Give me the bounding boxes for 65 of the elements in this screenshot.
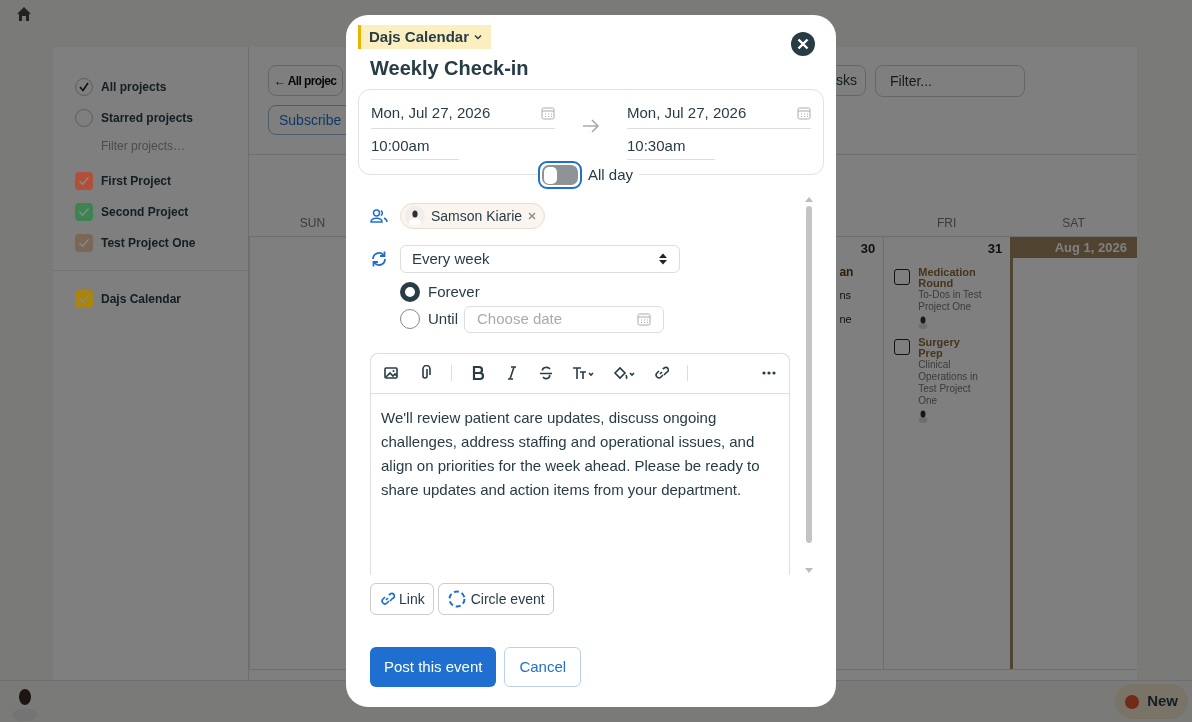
radio-label[interactable]: Forever (428, 281, 480, 304)
link-button[interactable]: Link (370, 583, 434, 615)
project-checkbox[interactable] (75, 202, 93, 221)
back-button[interactable]: ← All projec (268, 65, 344, 96)
new-button[interactable]: New (1115, 684, 1188, 719)
event-title[interactable]: Surgery Prep (918, 336, 985, 359)
check-icon (78, 80, 90, 93)
event-subtitle: To-Dos in Test Project One (918, 288, 983, 313)
chevron-down-icon (473, 32, 484, 42)
calendar-icon (797, 106, 811, 121)
notes-text: We'll review patient care updates, discuss ongoing challenges, address staffing and operational issues, and align on priorities for the week ahead. Please be ready to share updates and action items from your department. (380, 407, 761, 500)
filter-label[interactable]: All projects (101, 77, 167, 96)
calendar-icon (541, 106, 555, 121)
dashed-circle-icon (446, 589, 467, 609)
repeat-icon (370, 250, 388, 268)
day-name: FRI (937, 216, 957, 230)
link-icon[interactable] (653, 365, 669, 381)
event-subtitle: Clinical Operations in Test Project One (918, 358, 979, 407)
task-checkbox[interactable] (894, 338, 911, 355)
event-title: Weekly Check-in (369, 56, 530, 81)
event-text: ne (839, 313, 852, 325)
project-label[interactable]: Test Project One (101, 233, 196, 252)
event-title[interactable]: Medication Round (918, 266, 985, 289)
project-checkbox[interactable] (75, 171, 93, 190)
close-icon[interactable] (790, 31, 816, 57)
rich-text-editor[interactable] (370, 352, 790, 575)
time-field[interactable]: 10:30am (627, 128, 715, 160)
calendar-dropdown[interactable]: Dajs Calendar (358, 25, 492, 49)
circle-button[interactable]: Circle event (437, 583, 554, 615)
image-icon[interactable] (383, 365, 399, 381)
remove-icon[interactable] (528, 212, 537, 220)
event-text: an (839, 265, 854, 279)
post-button[interactable]: Post this event (370, 647, 497, 687)
day-name: SUN (299, 216, 326, 230)
date-number: 31 (987, 241, 1003, 256)
calendar-icon (637, 312, 651, 326)
home-icon[interactable] (16, 6, 32, 22)
all-day-toggle[interactable] (538, 161, 582, 189)
link-icon (379, 591, 395, 607)
radio-label[interactable]: Until (428, 307, 458, 331)
project-checkbox[interactable] (75, 233, 93, 252)
filter-label[interactable]: Starred projects (101, 108, 194, 127)
project-label[interactable]: First Project (101, 171, 172, 190)
project-label[interactable]: Dajs Calendar (101, 289, 182, 308)
repeat-select[interactable]: Every week (400, 245, 680, 273)
date-field[interactable]: Mon, Jul 27, 2026 (371, 102, 555, 129)
project-label[interactable]: Second Project (101, 202, 189, 221)
day-name: SAT (1062, 216, 1085, 230)
date-header: Aug 1, 2026 (1013, 237, 1137, 258)
sort-arrows-icon (658, 252, 668, 266)
project-checkbox[interactable] (75, 289, 93, 308)
fill-color-icon[interactable] (612, 365, 635, 381)
attendee-chip[interactable]: Samson Kiarie (400, 203, 546, 229)
date-field[interactable]: Mon, Jul 27, 2026 (627, 102, 811, 129)
time-field[interactable]: 10:00am (371, 128, 459, 160)
bold-icon[interactable] (470, 365, 486, 381)
cancel-button[interactable]: Cancel (504, 647, 582, 687)
people-icon (370, 207, 388, 225)
radio-button[interactable] (400, 282, 420, 303)
text-size-icon[interactable] (572, 365, 594, 381)
filter-field[interactable]: Filter... (875, 65, 1025, 97)
event-text: ns (839, 289, 852, 301)
date-number: 30 (860, 241, 876, 256)
strikethrough-icon[interactable] (538, 365, 554, 381)
task-checkbox[interactable] (894, 268, 911, 285)
